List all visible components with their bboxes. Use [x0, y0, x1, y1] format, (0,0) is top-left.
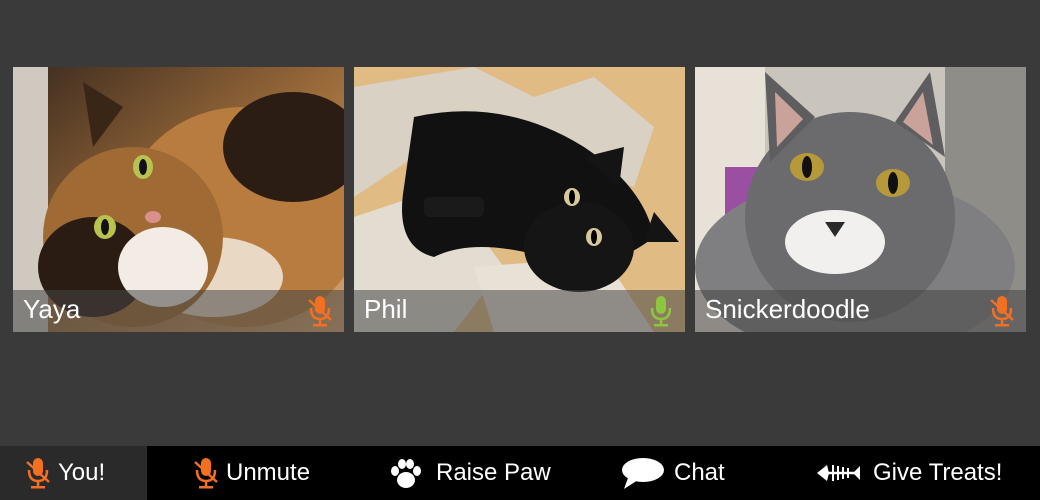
participant-name: Phil — [364, 294, 408, 324]
bottom-toolbar: You! Unmute Raise Paw Chat Give Treats! — [0, 446, 1040, 500]
speech-bubble-icon — [622, 458, 664, 489]
muted-mic-icon — [194, 458, 218, 489]
give-treats-button[interactable]: Give Treats! — [815, 446, 1002, 500]
unmute-label: Unmute — [226, 459, 311, 486]
participant-tile-phil[interactable]: Phil — [354, 67, 685, 332]
raise-paw-button[interactable]: Raise Paw — [388, 446, 551, 500]
unmute-button[interactable]: Unmute — [192, 446, 310, 500]
raise-paw-label: Raise Paw — [436, 459, 551, 486]
self-label: You! — [58, 459, 106, 486]
muted-mic-icon — [26, 458, 50, 489]
participant-tile-yaya[interactable]: Yaya — [13, 67, 344, 332]
mic-icon[interactable] — [647, 294, 675, 328]
participant-name: Snickerdoodle — [705, 294, 870, 324]
self-indicator[interactable]: You! — [0, 446, 147, 500]
video-grid: Yaya Phil Snickerdoodle — [0, 0, 1040, 446]
chat-button[interactable]: Chat — [620, 446, 725, 500]
participant-name: Yaya — [23, 294, 81, 324]
muted-mic-icon[interactable] — [306, 294, 334, 328]
fish-bone-icon — [817, 465, 860, 481]
give-treats-label: Give Treats! — [873, 459, 1003, 486]
participant-tile-snickerdoodle[interactable]: Snickerdoodle — [695, 67, 1026, 332]
muted-mic-icon[interactable] — [988, 294, 1016, 328]
paw-icon — [391, 459, 421, 488]
chat-label: Chat — [674, 459, 725, 486]
